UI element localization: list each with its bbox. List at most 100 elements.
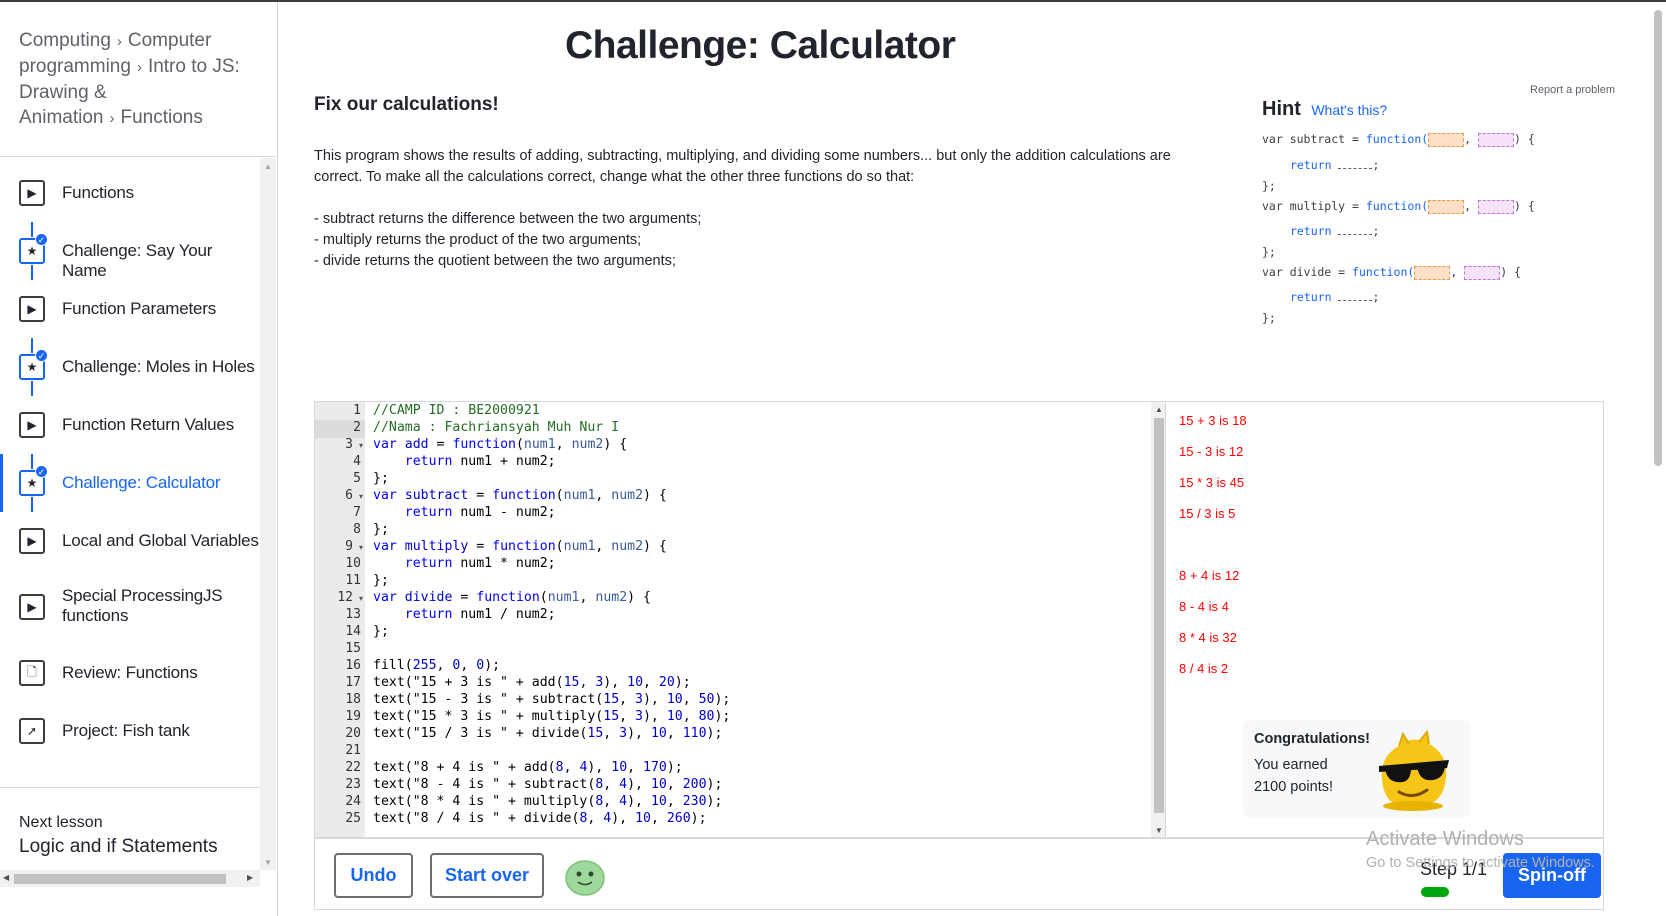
sidebar-item-special-processingjs-functions[interactable]: ▶ Special ProcessingJS functions <box>0 570 260 640</box>
challenge-description: This program shows the results of adding… <box>314 146 1194 272</box>
fold-arrow-icon[interactable]: ▾ <box>359 492 363 501</box>
avatar-blob-icon[interactable] <box>564 857 606 897</box>
code-line[interactable]: text("15 + 3 is " + add(15, 3), 10, 20); <box>373 675 691 690</box>
play-icon: ▶ <box>19 528 45 554</box>
hint-brace: ) { <box>1514 132 1535 146</box>
scroll-right-icon[interactable]: ▶ <box>247 873 253 882</box>
editor-scrollbar[interactable]: ▲ ▼ <box>1151 402 1165 837</box>
code-line[interactable]: var add = function(num1, num2) { <box>373 437 627 452</box>
play-icon: ▶ <box>19 412 45 438</box>
start-over-button[interactable]: Start over <box>430 853 544 898</box>
scroll-thumb[interactable] <box>1654 10 1662 466</box>
fold-arrow-icon[interactable]: ▾ <box>359 543 363 552</box>
code-line[interactable]: var subtract = function(num1, num2) { <box>373 488 667 503</box>
code-line[interactable]: text("8 / 4 is " + divide(8, 4), 10, 260… <box>373 811 707 826</box>
code-line[interactable]: text("15 / 3 is " + divide(15, 3), 10, 1… <box>373 726 722 741</box>
fold-arrow-icon[interactable]: ▾ <box>359 441 363 450</box>
sidebar-item-challenge-moles-in-holes[interactable]: ★ ✓ Challenge: Moles in Holes <box>0 338 260 396</box>
code-line[interactable]: text("15 - 3 is " + subtract(15, 3), 10,… <box>373 692 730 707</box>
code-line[interactable]: }; <box>373 573 389 588</box>
code-line[interactable]: return num1 - num2; <box>373 505 556 520</box>
code-line[interactable]: }; <box>373 624 389 639</box>
code-line[interactable]: text("8 + 4 is " + add(8, 4), 10, 170); <box>373 760 683 775</box>
fold-arrow-icon[interactable]: ▾ <box>359 594 363 603</box>
lesson-label: Challenge: Calculator <box>62 473 221 492</box>
hint-blank-param1[interactable] <box>1414 265 1451 280</box>
code-line[interactable]: //Nama : Fachriansyah Muh Nur I <box>373 420 619 435</box>
hint-title: Hint <box>1262 98 1301 120</box>
hint-blank-return[interactable] <box>1338 161 1373 169</box>
editor-gutter: 1 2 3 ▾ 4 5 6 ▾ 7 8 9 ▾ 10 11 12 ▾ 13 14 15 16 17 18 19 20 21 22 2… <box>315 402 365 837</box>
code-line[interactable]: text("8 * 4 is " + multiply(8, 4), 10, 2… <box>373 794 722 809</box>
line-number: 20 <box>345 726 361 741</box>
sidebar-item-function-return-values[interactable]: ▶ Function Return Values <box>0 396 260 454</box>
scroll-up-icon[interactable]: ▲ <box>1155 405 1163 414</box>
output-line: 8 - 4 is 4 <box>1179 599 1229 614</box>
code-line[interactable]: fill(255, 0, 0); <box>373 658 500 673</box>
scroll-up-icon[interactable]: ▲ <box>264 162 272 171</box>
sidebar-item-functions[interactable]: ▶ Functions <box>0 164 260 222</box>
code-line[interactable]: //CAMP ID : BE2000921 <box>373 403 540 418</box>
code-line[interactable]: text("15 * 3 is " + multiply(15, 3), 10,… <box>373 709 730 724</box>
hint-var-name: var divide = <box>1262 265 1353 279</box>
line-number: 18 <box>345 692 361 707</box>
whats-this-link[interactable]: What's this? <box>1311 102 1387 118</box>
sidebar-horizontal-scrollbar[interactable]: ◀ ▶ <box>0 870 260 887</box>
hint-keyword: function( <box>1352 265 1415 279</box>
hint-line: }; <box>1262 311 1276 325</box>
hint-blank-param2[interactable] <box>1464 265 1501 280</box>
next-lesson-title[interactable]: Logic and if Statements <box>19 836 218 858</box>
sidebar-scrollbar[interactable]: ▲ ▼ <box>260 158 276 870</box>
line-number: 5 <box>353 471 361 486</box>
sidebar-item-challenge-calculator[interactable]: ★ ✓ Challenge: Calculator <box>0 454 260 512</box>
report-problem-link[interactable]: Report a problem <box>1530 84 1615 96</box>
lesson-label: Special ProcessingJS functions <box>62 586 223 625</box>
sidebar-item-review-functions[interactable]: 🗋 Review: Functions <box>0 644 260 702</box>
breadcrumb-computing[interactable]: Computing <box>19 30 111 51</box>
hint-blank-return[interactable] <box>1338 293 1373 301</box>
line-number: 11 <box>345 573 361 588</box>
next-lesson[interactable]: Next lesson Logic and if Statements <box>19 814 218 858</box>
line-number: 9 <box>345 539 353 554</box>
breadcrumb-separator: › <box>116 33 122 50</box>
scroll-left-icon[interactable]: ◀ <box>3 873 9 882</box>
line-number: 19 <box>345 709 361 724</box>
code-line[interactable]: }; <box>373 471 389 486</box>
scroll-down-icon[interactable]: ▼ <box>264 858 272 867</box>
code-line[interactable]: var multiply = function(num1, num2) { <box>373 539 667 554</box>
breadcrumb-functions[interactable]: Functions <box>121 107 203 128</box>
code-editor[interactable]: 1 2 3 ▾ 4 5 6 ▾ 7 8 9 ▾ 10 11 12 ▾ 13 14 15 16 17 18 19 20 21 22 2… <box>314 401 1166 838</box>
hint-line: var subtract = function(, ) { <box>1262 132 1535 147</box>
sunglasses-mascot-icon <box>1379 729 1449 811</box>
hint-blank-param1[interactable] <box>1428 132 1465 147</box>
breadcrumb: Computing › Computer programming › Intro to … <box>19 28 259 131</box>
hint-blank-param2[interactable] <box>1478 132 1515 147</box>
next-lesson-kicker: Next lesson <box>19 814 103 831</box>
code-line[interactable]: return num1 * num2; <box>373 556 556 571</box>
hint-blank-param1[interactable] <box>1428 199 1465 214</box>
breadcrumb-separator: › <box>136 59 142 76</box>
code-line[interactable]: var divide = function(num1, num2) { <box>373 590 651 605</box>
undo-button[interactable]: Undo <box>334 853 413 898</box>
line-number: 2 <box>353 420 361 435</box>
hint-blank-return[interactable] <box>1338 227 1373 235</box>
sidebar-item-function-parameters[interactable]: ▶ Function Parameters <box>0 280 260 338</box>
line-number: 22 <box>345 760 361 775</box>
hint-keyword: function( <box>1365 199 1429 213</box>
page-title: Challenge: Calculator <box>565 24 956 67</box>
code-line[interactable]: return num1 + num2; <box>373 454 556 469</box>
hint-blank-param2[interactable] <box>1478 199 1515 214</box>
scroll-down-icon[interactable]: ▼ <box>1155 826 1163 835</box>
sidebar-item-challenge-say-your-name[interactable]: ★ ✓ Challenge: Say Your Name <box>0 222 260 280</box>
code-line[interactable]: text("8 - 4 is " + subtract(8, 4), 10, 2… <box>373 777 722 792</box>
page-scrollbar[interactable] <box>1650 2 1666 916</box>
code-line[interactable]: }; <box>373 522 389 537</box>
code-line[interactable]: return num1 / num2; <box>373 607 556 622</box>
sidebar-item-project-fish-tank[interactable]: ➚ Project: Fish tank <box>0 702 260 760</box>
scroll-thumb[interactable] <box>14 874 226 884</box>
line-number: 21 <box>345 743 361 758</box>
scroll-thumb[interactable] <box>1154 418 1164 813</box>
sidebar-item-local-and-global-variables[interactable]: ▶ Local and Global Variables <box>0 512 260 570</box>
lesson-label: Challenge: Moles in Holes <box>62 357 255 376</box>
hint-return: return <box>1290 290 1332 304</box>
